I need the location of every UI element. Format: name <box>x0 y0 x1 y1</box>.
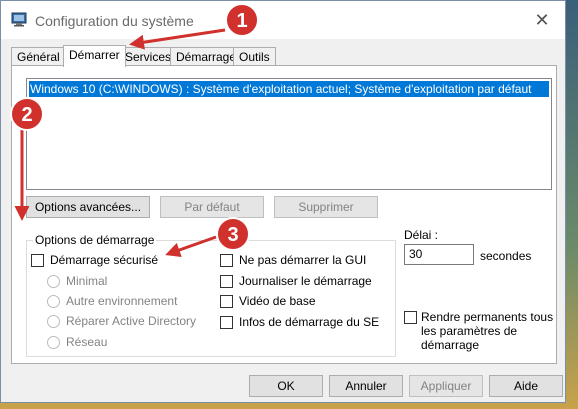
window-title: Configuration du système <box>35 13 194 29</box>
os-list[interactable]: Windows 10 (C:\WINDOWS) : Système d'expl… <box>26 78 552 190</box>
os-list-item[interactable]: Windows 10 (C:\WINDOWS) : Système d'expl… <box>29 81 549 97</box>
delete-button[interactable]: Supprimer <box>274 196 378 218</box>
make-permanent-box[interactable] <box>404 311 417 324</box>
no-gui-box[interactable] <box>220 253 233 267</box>
timeout-label: Délai : <box>404 228 439 242</box>
radio-circle[interactable] <box>47 274 60 288</box>
help-button[interactable]: Aide <box>489 375 563 397</box>
radio-alternate-shell-label: Autre environnement <box>66 294 178 308</box>
radio-circle[interactable] <box>47 314 60 328</box>
set-default-button[interactable]: Par défaut <box>160 196 264 218</box>
close-button[interactable]: ✕ <box>519 1 565 39</box>
tab-general[interactable]: Général <box>11 47 66 66</box>
safe-boot-box[interactable] <box>31 253 44 267</box>
tab-tools[interactable]: Outils <box>233 47 276 66</box>
radio-circle[interactable] <box>47 335 60 349</box>
base-video-checkbox[interactable]: Vidéo de base <box>220 294 316 308</box>
tab-startup[interactable]: Démarrage <box>170 47 243 66</box>
timeout-unit: secondes <box>480 249 532 263</box>
ok-button[interactable]: OK <box>249 375 323 397</box>
apply-button[interactable]: Appliquer <box>409 375 483 397</box>
title-bar: Configuration du système ✕ <box>1 1 565 39</box>
radio-ad-repair[interactable]: Réparer Active Directory <box>47 314 196 328</box>
no-gui-label: Ne pas démarrer la GUI <box>239 253 367 267</box>
make-permanent-label: Rendre permanents tous les paramètres de… <box>421 310 554 352</box>
boot-log-box[interactable] <box>220 274 233 288</box>
radio-minimal-label: Minimal <box>66 274 108 288</box>
os-boot-info-label: Infos de démarrage du SE <box>239 315 380 329</box>
radio-network[interactable]: Réseau <box>47 335 107 349</box>
base-video-box[interactable] <box>220 294 233 308</box>
system-configuration-window: Configuration du système ✕ Général Démar… <box>0 0 566 403</box>
boot-options-label: Options de démarrage <box>33 233 157 247</box>
radio-circle[interactable] <box>47 294 60 308</box>
radio-minimal[interactable]: Minimal <box>47 274 107 288</box>
radio-network-label: Réseau <box>66 335 108 349</box>
system-config-icon <box>11 12 27 27</box>
safe-boot-label: Démarrage sécurisé <box>50 253 159 267</box>
advanced-options-button[interactable]: Options avancées... <box>26 196 150 218</box>
close-icon: ✕ <box>534 9 550 30</box>
tab-boot[interactable]: Démarrer <box>63 45 126 67</box>
radio-alternate-shell[interactable]: Autre environnement <box>47 294 177 308</box>
no-gui-checkbox[interactable]: Ne pas démarrer la GUI <box>220 253 366 267</box>
safe-boot-checkbox[interactable]: Démarrage sécurisé <box>31 253 158 267</box>
boot-tab-panel: Windows 10 (C:\WINDOWS) : Système d'expl… <box>11 65 557 364</box>
boot-log-checkbox[interactable]: Journaliser le démarrage <box>220 274 372 288</box>
os-boot-info-checkbox[interactable]: Infos de démarrage du SE <box>220 315 379 329</box>
cancel-button[interactable]: Annuler <box>329 375 403 397</box>
os-boot-info-box[interactable] <box>220 315 233 329</box>
radio-ad-repair-label: Réparer Active Directory <box>66 314 197 328</box>
timeout-input[interactable]: 30 <box>404 244 474 265</box>
make-permanent-checkbox[interactable]: Rendre permanents tous les paramètres de… <box>404 310 561 352</box>
boot-options-group: Options de démarrage Démarrage sécurisé … <box>26 233 396 357</box>
base-video-label: Vidéo de base <box>239 294 316 308</box>
tab-services[interactable]: Services <box>119 47 178 66</box>
boot-log-label: Journaliser le démarrage <box>239 274 372 288</box>
